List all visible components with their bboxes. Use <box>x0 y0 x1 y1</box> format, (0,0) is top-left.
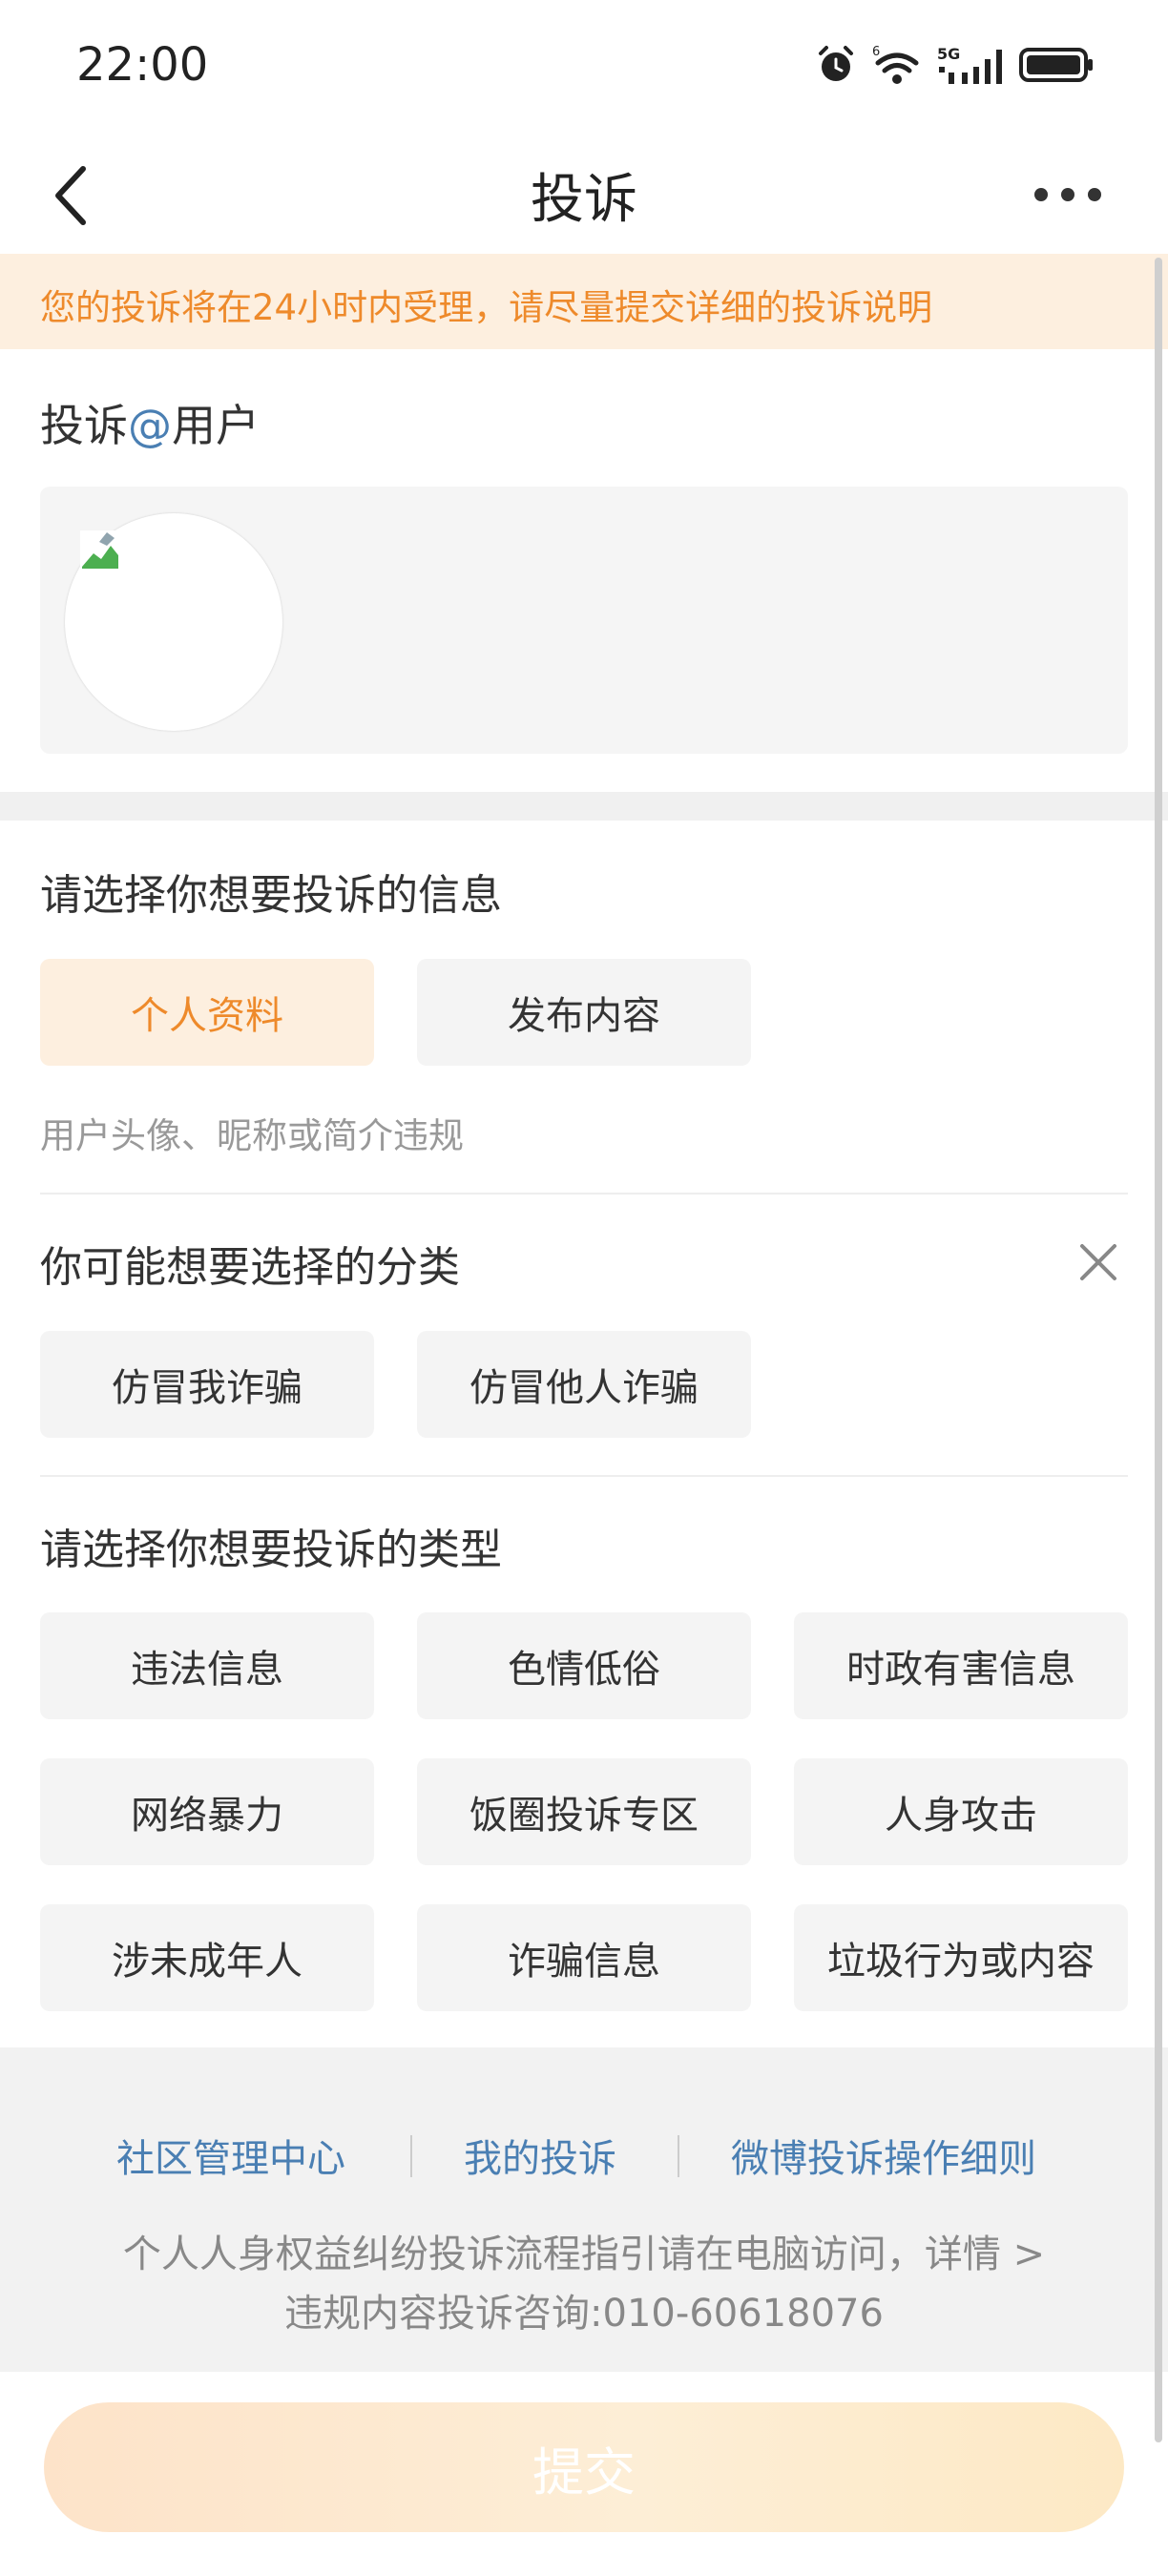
more-button[interactable] <box>1006 166 1130 223</box>
type-option-political[interactable]: 时政有害信息 <box>794 1612 1128 1719</box>
alarm-icon <box>819 46 853 81</box>
type-option-personal-attack[interactable]: 人身攻击 <box>794 1758 1128 1865</box>
report-user-prefix: 投诉 <box>40 400 128 451</box>
broken-image-icon <box>80 530 120 571</box>
type-section-title: 请选择你想要投诉的类型 <box>40 1526 502 1574</box>
reported-user-card[interactable] <box>40 487 1128 754</box>
close-suggestions-button[interactable] <box>1074 1238 1122 1286</box>
footer-links: 社区管理中心 我的投诉 微博投诉操作细则 <box>0 2128 1168 2185</box>
type-option-minors[interactable]: 涉未成年人 <box>40 1904 374 2011</box>
type-option-cyberbullying[interactable]: 网络暴力 <box>40 1758 374 1865</box>
dispute-guide-text: 个人人身权益纠纷投诉流程指引请在电脑访问，详情 > <box>0 2223 1168 2278</box>
community-center-link[interactable]: 社区管理中心 <box>116 2128 345 2183</box>
at-symbol: @ <box>128 400 172 451</box>
notice-banner: 您的投诉将在24小时内受理，请尽量提交详细的投诉说明 <box>0 254 1168 349</box>
link-separator <box>678 2135 679 2177</box>
details-chevron-icon[interactable]: > <box>1013 2233 1046 2276</box>
divider <box>40 1475 1128 1477</box>
link-separator <box>410 2135 412 2177</box>
5g-signal-icon: 5G <box>937 45 1002 84</box>
complaint-rules-link[interactable]: 微博投诉操作细则 <box>731 2128 1036 2183</box>
status-icons: 6 5G <box>815 44 1095 86</box>
page-title: 投诉 <box>531 169 637 231</box>
suggest-section-title: 你可能想要选择的分类 <box>40 1243 460 1292</box>
suggest-option-impersonate-me[interactable]: 仿冒我诈骗 <box>40 1331 374 1438</box>
status-bar: 22:00 6 5G <box>0 0 1168 134</box>
more-dots-icon <box>1034 188 1048 201</box>
svg-text:5G: 5G <box>937 45 960 63</box>
battery-icon <box>1019 48 1093 82</box>
hotline-text: 违规内容投诉咨询:010-60618076 <box>284 2292 884 2336</box>
close-icon <box>1080 1244 1116 1280</box>
type-option-spam[interactable]: 垃圾行为或内容 <box>794 1904 1128 2011</box>
footer: 社区管理中心 我的投诉 微博投诉操作细则 个人人身权益纠纷投诉流程指引请在电脑访… <box>0 2047 1168 2372</box>
svg-text:6: 6 <box>872 45 880 59</box>
type-option-porn[interactable]: 色情低俗 <box>417 1612 751 1719</box>
dispute-guide-label: 个人人身权益纠纷投诉流程指引请在电脑访问，详情 <box>122 2233 1001 2276</box>
more-dot <box>1088 188 1101 201</box>
notice-text: 您的投诉将在24小时内受理，请尽量提交详细的投诉说明 <box>40 287 933 328</box>
info-section-title: 请选择你想要投诉的信息 <box>40 871 502 920</box>
type-option-fandom[interactable]: 饭圈投诉专区 <box>417 1758 751 1865</box>
suggest-option-impersonate-others[interactable]: 仿冒他人诈骗 <box>417 1331 751 1438</box>
my-complaints-link[interactable]: 我的投诉 <box>464 2128 616 2183</box>
type-option-illegal[interactable]: 违法信息 <box>40 1612 374 1719</box>
info-option-posts[interactable]: 发布内容 <box>417 959 751 1066</box>
report-user-suffix: 用户 <box>172 400 260 451</box>
wifi-icon: 6 <box>872 45 919 84</box>
submit-button[interactable]: 提交 <box>44 2402 1124 2532</box>
status-time: 22:00 <box>76 38 209 92</box>
info-hint: 用户头像、昵称或简介违规 <box>40 1115 464 1156</box>
scrollbar[interactable] <box>1155 258 1162 2442</box>
more-dot <box>1061 188 1074 201</box>
nav-bar: 投诉 <box>0 134 1168 254</box>
report-user-label: 投诉@用户 <box>40 391 260 454</box>
type-option-fraud[interactable]: 诈骗信息 <box>417 1904 751 2011</box>
divider <box>40 1193 1128 1195</box>
info-option-profile[interactable]: 个人资料 <box>40 959 374 1066</box>
section-divider <box>0 792 1168 821</box>
